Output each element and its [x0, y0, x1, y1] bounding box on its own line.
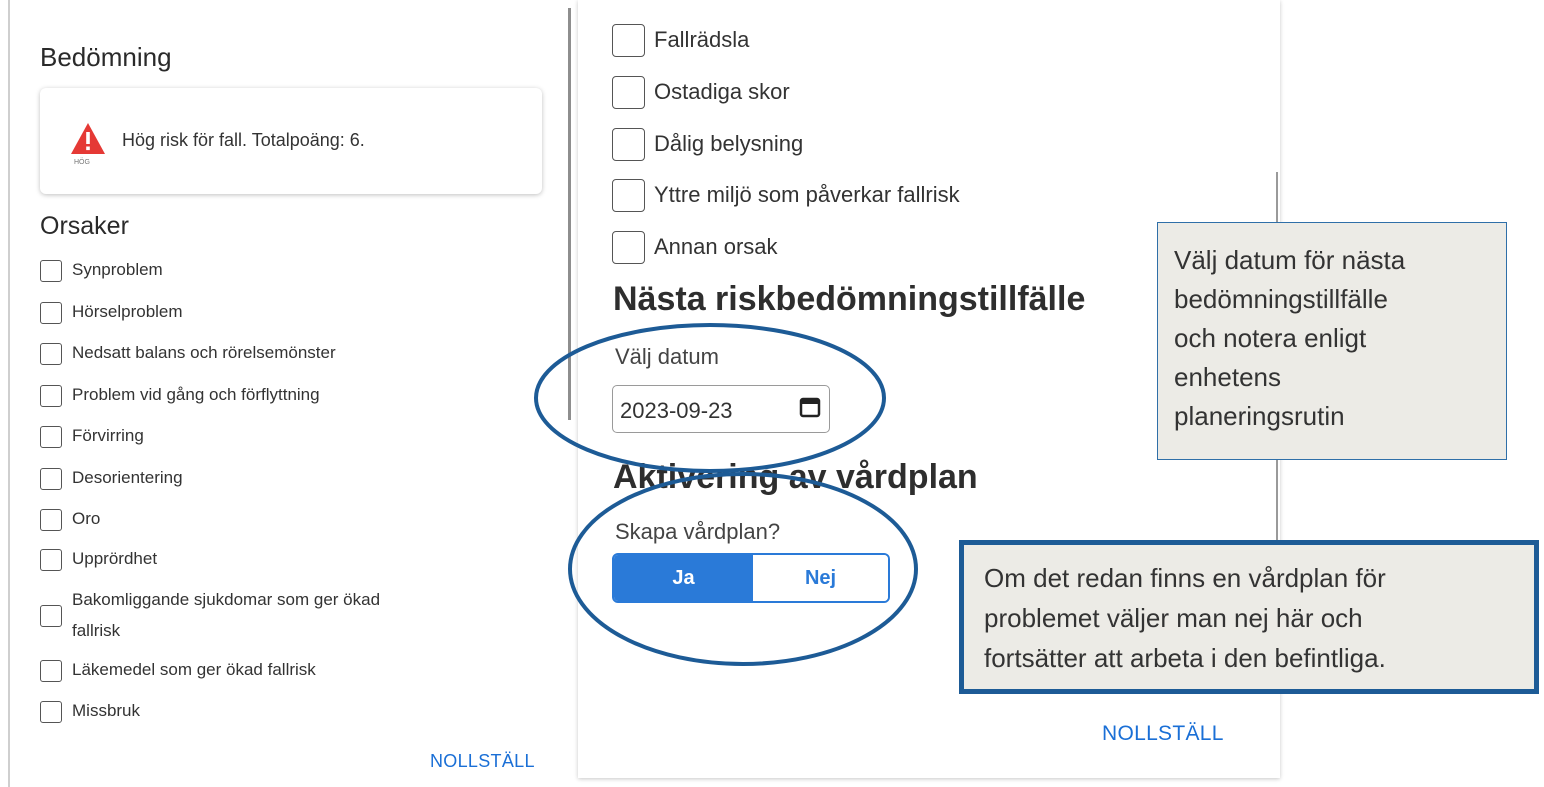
checkbox-oro[interactable] — [40, 509, 62, 531]
option-yes-button[interactable]: Ja — [614, 555, 753, 601]
checkbox-problem-gang[interactable] — [40, 385, 62, 407]
checkbox-forvirring[interactable] — [40, 426, 62, 448]
next-assessment-heading: Nästa riskbedömningstillfälle — [613, 280, 1086, 318]
checkbox-ostadiga-skor[interactable] — [612, 76, 645, 109]
callout-line: bedömningstillfälle — [1174, 284, 1388, 314]
date-label: Välj datum — [615, 344, 719, 369]
checkbox-label: Ostadiga skor — [654, 79, 790, 104]
warning-triangle-icon — [71, 123, 105, 154]
left-panel-border — [8, 0, 10, 787]
checkbox-label: Fallrädsla — [654, 27, 750, 52]
callout-line: planeringsrutin — [1174, 401, 1345, 431]
checkbox-lakemedel[interactable] — [40, 660, 62, 682]
checkbox-nedsatt-balans[interactable] — [40, 343, 62, 365]
calendar-icon[interactable] — [799, 396, 821, 418]
checkbox-label-continued: fallrisk — [72, 621, 121, 640]
reset-button-left[interactable]: NOLLSTÄLL — [430, 751, 535, 772]
callout-line: enhetens — [1174, 362, 1281, 392]
checkbox-label: Oro — [72, 509, 101, 528]
checkbox-label: Annan orsak — [654, 234, 778, 259]
checkbox-label: Upprördhet — [72, 549, 158, 568]
checkbox-label: Förvirring — [72, 426, 144, 445]
checkbox-annan-orsak[interactable] — [612, 231, 645, 264]
checkbox-missbruk[interactable] — [40, 701, 62, 723]
checkbox-label: Hörselproblem — [72, 302, 183, 321]
bedomning-heading: Bedömning — [40, 42, 172, 72]
checkbox-label: Dålig belysning — [654, 131, 804, 156]
panel-divider — [568, 8, 571, 420]
create-plan-toggle[interactable]: Ja Nej — [612, 553, 890, 603]
option-no-button[interactable]: Nej — [753, 555, 888, 601]
callout-line: och notera enligt — [1174, 323, 1367, 353]
checkbox-bakomliggande-sjukdomar[interactable] — [40, 605, 62, 627]
checkbox-label: Bakomliggande sjukdomar som ger ökad — [72, 590, 381, 609]
callout-line: problemet väljer man nej här och — [984, 603, 1363, 633]
date-value: 2023-09-23 — [620, 398, 733, 423]
activation-heading: Aktivering av vårdplan — [613, 458, 978, 496]
checkbox-label: Yttre miljö som påverkar fallrisk — [654, 182, 960, 207]
checkbox-label: Läkemedel som ger ökad fallrisk — [72, 660, 316, 679]
checkbox-desorientering[interactable] — [40, 468, 62, 490]
plan-note-callout: Om det redan finns en vårdplan för probl… — [959, 540, 1539, 694]
date-note-callout: Välj datum för nästa bedömningstillfälle… — [1157, 222, 1507, 460]
risk-summary-text: Hög risk för fall. Totalpoäng: 6. — [122, 130, 365, 150]
checkbox-upprordhet[interactable] — [40, 549, 62, 571]
checkbox-label: Synproblem — [72, 260, 163, 279]
checkbox-label: Nedsatt balans och rörelsemönster — [72, 343, 336, 362]
checkbox-synproblem[interactable] — [40, 260, 62, 282]
checkbox-yttre-miljo[interactable] — [612, 179, 645, 212]
callout-line: Välj datum för nästa — [1174, 245, 1406, 275]
checkbox-fallradsla[interactable] — [612, 24, 645, 57]
checkbox-label: Problem vid gång och förflyttning — [72, 385, 320, 404]
checkbox-horselproblem[interactable] — [40, 302, 62, 324]
checkbox-label: Missbruk — [72, 701, 141, 720]
risk-badge-label: HÖG — [74, 159, 90, 166]
reset-button-right[interactable]: NOLLSTÄLL — [1102, 722, 1224, 746]
orsaker-heading: Orsaker — [40, 212, 129, 240]
create-plan-label: Skapa vårdplan? — [615, 519, 781, 544]
checkbox-dalig-belysning[interactable] — [612, 128, 645, 161]
checkbox-label: Desorientering — [72, 468, 183, 487]
callout-line: fortsätter att arbeta i den befintliga. — [984, 643, 1386, 673]
callout-line: Om det redan finns en vårdplan för — [984, 563, 1386, 593]
